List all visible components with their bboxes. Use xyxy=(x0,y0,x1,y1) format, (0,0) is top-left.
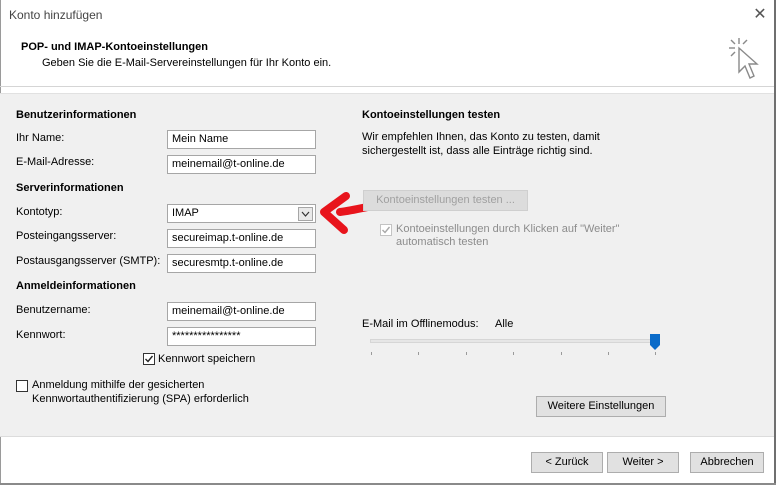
incoming-server-label: Posteingangsserver: xyxy=(16,230,117,242)
back-button[interactable]: < Zurück xyxy=(531,452,603,473)
auto-test-checkbox[interactable] xyxy=(380,224,392,236)
chevron-down-icon[interactable] xyxy=(298,207,313,221)
offline-mode-slider-thumb[interactable] xyxy=(650,334,660,350)
offline-mode-label: E-Mail im Offlinemodus: xyxy=(362,318,479,330)
email-label: E-Mail-Adresse: xyxy=(16,156,95,168)
remember-password-label: Kennwort speichern xyxy=(158,353,256,365)
offline-mode-value: Alle xyxy=(495,318,514,330)
slider-tick xyxy=(608,352,609,355)
slider-tick xyxy=(466,352,467,355)
account-type-value: IMAP xyxy=(172,207,199,219)
more-settings-button[interactable]: Weitere Einstellungen xyxy=(536,396,666,417)
cancel-button[interactable]: Abbrechen xyxy=(690,452,764,473)
checkmark-icon xyxy=(382,226,391,234)
slider-tick xyxy=(655,352,656,355)
password-input[interactable]: **************** xyxy=(167,327,316,346)
username-label: Benutzername: xyxy=(16,304,91,316)
test-desc-line2: sichergestellt ist, dass alle Einträge r… xyxy=(362,145,593,157)
auto-test-label-line2: automatisch testen xyxy=(396,236,489,248)
page-title: POP- und IMAP-Kontoeinstellungen xyxy=(21,41,208,53)
user-info-heading: Benutzerinformationen xyxy=(16,109,137,121)
auto-test-label-line1: Kontoeinstellungen durch Klicken auf "We… xyxy=(396,223,620,235)
name-label: Ihr Name: xyxy=(16,132,65,144)
slider-tick xyxy=(561,352,562,355)
slider-tick xyxy=(513,352,514,355)
slider-tick xyxy=(418,352,419,355)
test-desc-line1: Wir empfehlen Ihnen, das Konto zu testen… xyxy=(362,131,600,143)
test-settings-button[interactable]: Kontoeinstellungen testen ... xyxy=(363,190,528,211)
login-info-heading: Anmeldeinformationen xyxy=(16,280,136,292)
name-input[interactable]: Mein Name xyxy=(167,130,316,149)
header-divider xyxy=(0,86,774,87)
email-input[interactable]: meinemail@t-online.de xyxy=(167,155,316,174)
slider-tick xyxy=(371,352,372,355)
account-type-label: Kontotyp: xyxy=(16,206,63,218)
next-button[interactable]: Weiter > xyxy=(607,452,679,473)
outgoing-server-input[interactable]: securesmtp.t-online.de xyxy=(167,254,316,273)
outgoing-server-label: Postausgangsserver (SMTP): xyxy=(16,255,161,267)
incoming-server-input[interactable]: secureimap.t-online.de xyxy=(167,229,316,248)
password-label: Kennwort: xyxy=(16,329,66,341)
close-icon[interactable]: ✕ xyxy=(751,6,769,24)
server-info-heading: Serverinformationen xyxy=(16,182,124,194)
window-title: Konto hinzufügen xyxy=(9,8,103,22)
spa-checkbox[interactable] xyxy=(16,380,28,392)
spa-label-line2: Kennwortauthentifizierung (SPA) erforder… xyxy=(32,393,249,405)
test-heading: Kontoeinstellungen testen xyxy=(362,109,501,121)
checkmark-icon xyxy=(145,355,154,363)
footer-divider xyxy=(0,436,774,437)
username-input[interactable]: meinemail@t-online.de xyxy=(167,302,316,321)
remember-password-checkbox[interactable] xyxy=(143,353,155,365)
cursor-click-icon xyxy=(726,36,762,86)
page-subtitle: Geben Sie die E-Mail-Servereinstellungen… xyxy=(42,57,332,69)
account-type-select[interactable]: IMAP xyxy=(167,204,316,223)
offline-mode-slider-track[interactable] xyxy=(370,339,656,343)
spa-label-line1: Anmeldung mithilfe der gesicherten xyxy=(32,379,205,391)
